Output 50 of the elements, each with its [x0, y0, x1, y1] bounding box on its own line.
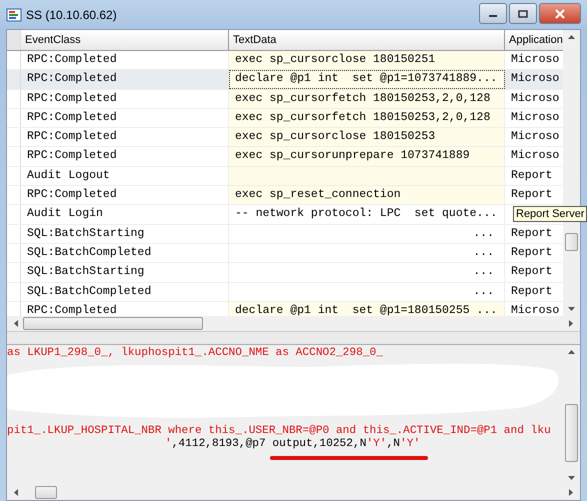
scroll-right-arrow-icon[interactable]	[568, 488, 574, 497]
scroll-thumb[interactable]	[565, 404, 578, 462]
scroll-thumb[interactable]	[35, 486, 57, 499]
minimize-button[interactable]	[479, 3, 507, 24]
table-cell: exec sp_cursorclose 180150253	[229, 128, 505, 146]
table-cell: declare @p1 int set @p1=1073741889...	[229, 70, 505, 89]
scroll-thumb[interactable]	[565, 233, 578, 251]
table-cell: Audit Login	[21, 205, 229, 224]
table-cell: SQL:BatchStarting	[21, 224, 229, 243]
window-title: SS (10.10.60.62)	[26, 8, 117, 22]
scroll-up-arrow-icon[interactable]	[567, 349, 576, 355]
table-cell: SQL:BatchStarting	[21, 263, 229, 282]
table-row[interactable]: RPC:Completed exec sp_cursorclose 180150253 Microso	[7, 128, 563, 148]
table-cell: exec sp_cursorfetch 180150253,2,0,128	[229, 108, 505, 128]
table-row[interactable]: RPC:Completed exec sp_cursorfetch 180150253,2,0,128 Microso	[7, 108, 563, 128]
close-button[interactable]	[539, 3, 581, 24]
table-cell: ...	[229, 282, 505, 301]
app-icon	[6, 6, 22, 22]
scroll-down-arrow-icon[interactable]	[567, 306, 576, 312]
column-header[interactable]: TextData	[229, 30, 505, 50]
table-cell: ...	[229, 224, 505, 243]
table-cell: declare @p1 int set @p1=180150255 ...	[229, 302, 505, 316]
table-cell: ...	[229, 244, 505, 262]
table-cell: exec sp_cursorunprepare 1073741889	[229, 147, 505, 166]
table-row[interactable]: Audit Logout Report	[7, 166, 563, 186]
sql-text-line: as LKUP1_298_0_, lkuphospit1_.ACCNO_NME as ACCNO2_298_0_	[7, 347, 383, 360]
table-row[interactable]: RPC:Completed declare @p1 int set @p1=1073741889... Microso	[7, 70, 563, 90]
scroll-down-arrow-icon[interactable]	[567, 475, 576, 481]
close-icon	[554, 8, 566, 18]
scroll-right-arrow-icon[interactable]	[568, 319, 574, 328]
table-cell: exec sp_cursorfetch 180150253,2,0,128	[229, 90, 505, 108]
scroll-left-arrow-icon[interactable]	[13, 488, 19, 497]
maximize-icon	[518, 10, 528, 18]
scroll-thumb[interactable]	[23, 317, 203, 330]
tooltip: Report Server	[513, 206, 587, 222]
scroll-left-arrow-icon[interactable]	[13, 319, 19, 328]
table-cell: SQL:BatchCompleted	[21, 282, 229, 301]
sql-text-line: pit1_.LKUP_HOSPITAL_NBR where this_.USER_NBR=@P0 and this_.ACTIVE_IND=@P1 and lku	[7, 425, 551, 438]
table-cell: ...	[229, 263, 505, 282]
scroll-up-arrow-icon[interactable]	[567, 34, 576, 40]
column-header[interactable]: EventClass	[21, 30, 229, 50]
table-cell: SQL:BatchCompleted	[21, 244, 229, 262]
table-cell: -- network protocol: LPC set quote...	[229, 205, 505, 224]
table-cell: exec sp_reset_connection	[229, 186, 505, 204]
table-row[interactable]: RPC:Completed exec sp_reset_connection Report	[7, 186, 563, 206]
sql-text-line: ',4112,8193,@p7 output,10252,N'Y',N'Y'	[165, 438, 420, 451]
table-row[interactable]: RPC:Completed exec sp_cursorfetch 180150253,2,0,128 Microso	[7, 90, 563, 109]
maximize-button[interactable]	[509, 3, 537, 24]
table-row[interactable]: RPC:Completed exec sp_cursorunprepare 1073741889 Microso	[7, 147, 563, 167]
table-cell: exec sp_cursorclose 180150251	[229, 51, 505, 70]
